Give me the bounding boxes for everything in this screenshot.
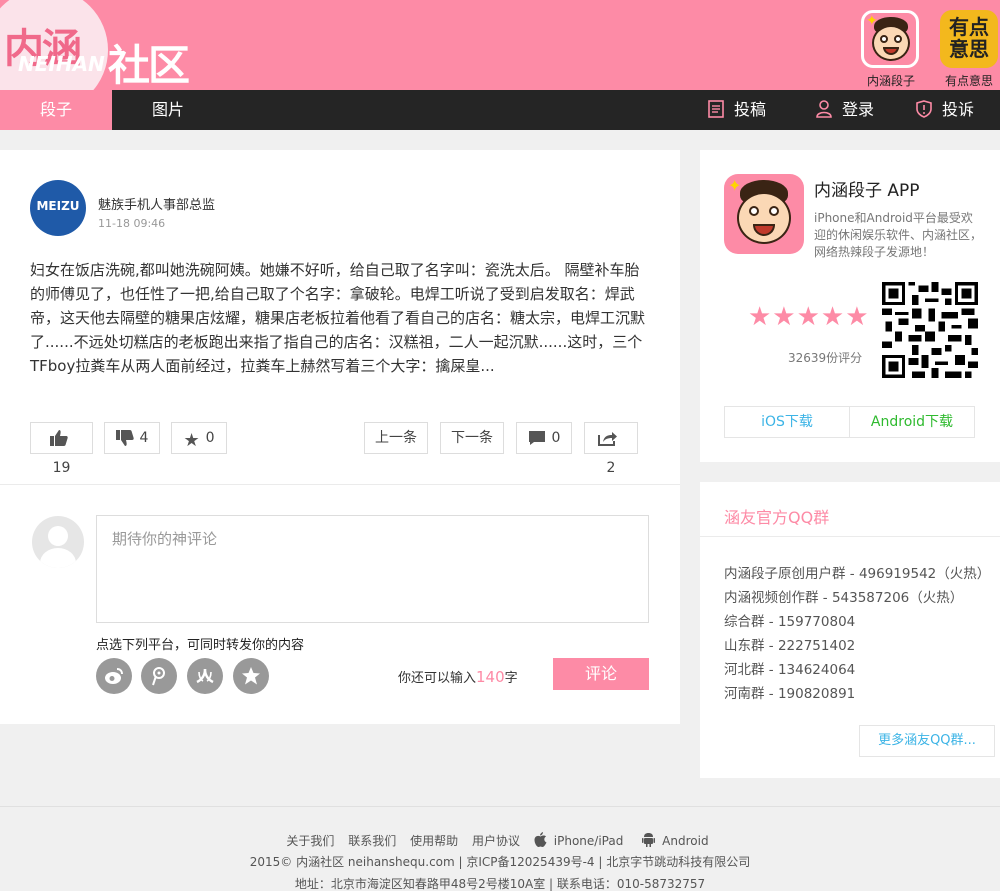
report-label: 投诉 [942, 100, 975, 119]
author-name[interactable]: 魅族手机人事部总监 [98, 194, 215, 213]
neihan-face-icon[interactable]: ✦ [861, 10, 919, 68]
footer-address: 地址：北京市海淀区知春路甲48号2号楼10A室 | 联系电话：010-58732… [294, 877, 706, 891]
rating-count: 32639份评分 [788, 351, 863, 365]
footer-link-android[interactable]: Android [642, 833, 713, 848]
app-promo-card: ✦ 内涵段子 APP iPhone和Android平台最受欢迎的休闲娱乐软件、内… [700, 150, 1000, 462]
footer-divider [0, 806, 1000, 807]
logo-sub-text: NEIHAN [18, 52, 105, 76]
remain-number: 140 [476, 668, 505, 686]
post-content: 妇女在饭店洗碗,都叫她洗碗阿姨。她嫌不好听，给自己取了名字叫：瓷洗太后。 隔壁补… [30, 261, 646, 375]
qr-code-icon [882, 282, 978, 378]
renren-icon[interactable] [187, 658, 223, 694]
remain-counter: 你还可以输入140字 [398, 668, 518, 686]
submit-link[interactable]: 投稿 [708, 90, 766, 130]
share-count: 2 [606, 460, 616, 476]
app-label-youdian[interactable]: 有点意思 [934, 72, 1000, 89]
post-time: 11-18 09:46 [98, 217, 166, 230]
comment-bubble-icon [528, 431, 545, 445]
neihan-app-icon[interactable]: ✦ [724, 174, 804, 254]
star-icon: ★ [183, 430, 200, 451]
tab-duanzi[interactable]: 段子 [0, 90, 112, 130]
submit-doc-icon [708, 100, 724, 118]
favorite-count: 0 [205, 430, 215, 446]
more-qq-groups-button[interactable]: 更多涵友QQ群... [859, 725, 995, 757]
comment-count: 0 [551, 430, 561, 446]
like-button[interactable]: 19 [30, 422, 93, 476]
footer-link-iphone[interactable]: iPhone/iPad [534, 832, 629, 848]
post-card: MEIZU 魅族手机人事部总监 11-18 09:46 妇女在饭店洗碗,都叫她洗… [0, 150, 680, 724]
report-link[interactable]: 投诉 [916, 90, 974, 130]
app-title: 内涵段子 APP [814, 181, 920, 201]
site-header: 内涵 NEIHAN 社区 ✦ 内涵段子 有点意思 有点意思 [0, 0, 1000, 90]
comment-input[interactable]: 期待你的神评论 [96, 515, 649, 623]
footer-copyright: 2015© 内涵社区 neihanshequ.com | 京ICP备120254… [249, 855, 751, 869]
comment-submit-button[interactable]: 评论 [553, 658, 649, 690]
android-download-button[interactable]: Android下载 [849, 406, 975, 438]
main-nav: 段子 图片 投稿 登录 投诉 [0, 90, 1000, 130]
youdian-icon[interactable]: 有点意思 [940, 10, 998, 68]
qq-group-item: 山东群 - 222751402 [724, 638, 856, 654]
app-description: iPhone和Android平台最受欢迎的休闲娱乐软件、内涵社区，网络热辣段子发… [814, 211, 983, 259]
author-avatar[interactable]: MEIZU [30, 180, 86, 236]
qq-groups-card: 涵友官方QQ群 内涵段子原创用户群 - 496919542（火热） 内涵视频创作… [700, 482, 1000, 778]
like-count: 19 [52, 460, 71, 476]
footer-link-agreement[interactable]: 用户协议 [472, 834, 520, 848]
share-tip: 点选下列平台，可同时转发你的内容 [96, 638, 305, 653]
ios-download-button[interactable]: iOS下载 [724, 406, 850, 438]
tencent-weibo-icon[interactable] [141, 658, 177, 694]
app-label-neihan[interactable]: 内涵段子 [856, 72, 926, 89]
site-logo[interactable]: 内涵 NEIHAN 社区 [0, 0, 210, 90]
footer-links: 关于我们 联系我们 使用帮助 用户协议 iPhone/iPad Android [0, 832, 1000, 849]
logo-side-text: 社区 [108, 41, 190, 90]
submit-label: 投稿 [734, 100, 767, 119]
report-shield-icon [916, 100, 932, 118]
login-link[interactable]: 登录 [816, 90, 874, 130]
next-button[interactable]: 下一条 [440, 422, 504, 454]
rating-stars: ★★★★★ [748, 302, 870, 332]
login-label: 登录 [842, 100, 875, 119]
youdian-icon-text: 有点意思 [949, 15, 989, 61]
qq-group-item: 内涵视频创作群 - 543587206（火热） [724, 590, 964, 606]
my-avatar [32, 516, 84, 568]
comment-button[interactable]: 0 [516, 422, 572, 454]
share-button[interactable]: 2 [584, 422, 638, 476]
user-icon [816, 100, 832, 118]
share-icon [598, 432, 617, 446]
footer-link-about[interactable]: 关于我们 [286, 834, 334, 848]
apple-icon [534, 832, 547, 847]
divider [700, 536, 1000, 537]
qq-group-item: 河北群 - 134624064 [724, 662, 856, 678]
tab-pictures[interactable]: 图片 [152, 90, 184, 130]
qq-group-item: 内涵段子原创用户群 - 496919542（火热） [724, 566, 991, 582]
divider [0, 484, 680, 485]
qq-group-item: 河南群 - 190820891 [724, 686, 856, 702]
footer-link-help[interactable]: 使用帮助 [410, 834, 458, 848]
weibo-icon[interactable] [96, 658, 132, 694]
footer-link-contact[interactable]: 联系我们 [348, 834, 396, 848]
dislike-count: 4 [139, 430, 149, 446]
qzone-icon[interactable] [233, 658, 269, 694]
qq-group-list: 内涵段子原创用户群 - 496919542（火热） 内涵视频创作群 - 5435… [724, 562, 990, 706]
android-icon [642, 833, 656, 847]
avatar-text: MEIZU [36, 199, 80, 213]
thumbs-down-icon [115, 430, 134, 446]
thumbs-up-icon [49, 430, 68, 446]
prev-button[interactable]: 上一条 [364, 422, 428, 454]
favorite-button[interactable]: ★ 0 [171, 422, 227, 454]
dislike-button[interactable]: 4 [104, 422, 160, 454]
qq-groups-title: 涵友官方QQ群 [724, 508, 830, 527]
qq-group-item: 综合群 - 159770804 [724, 614, 856, 630]
